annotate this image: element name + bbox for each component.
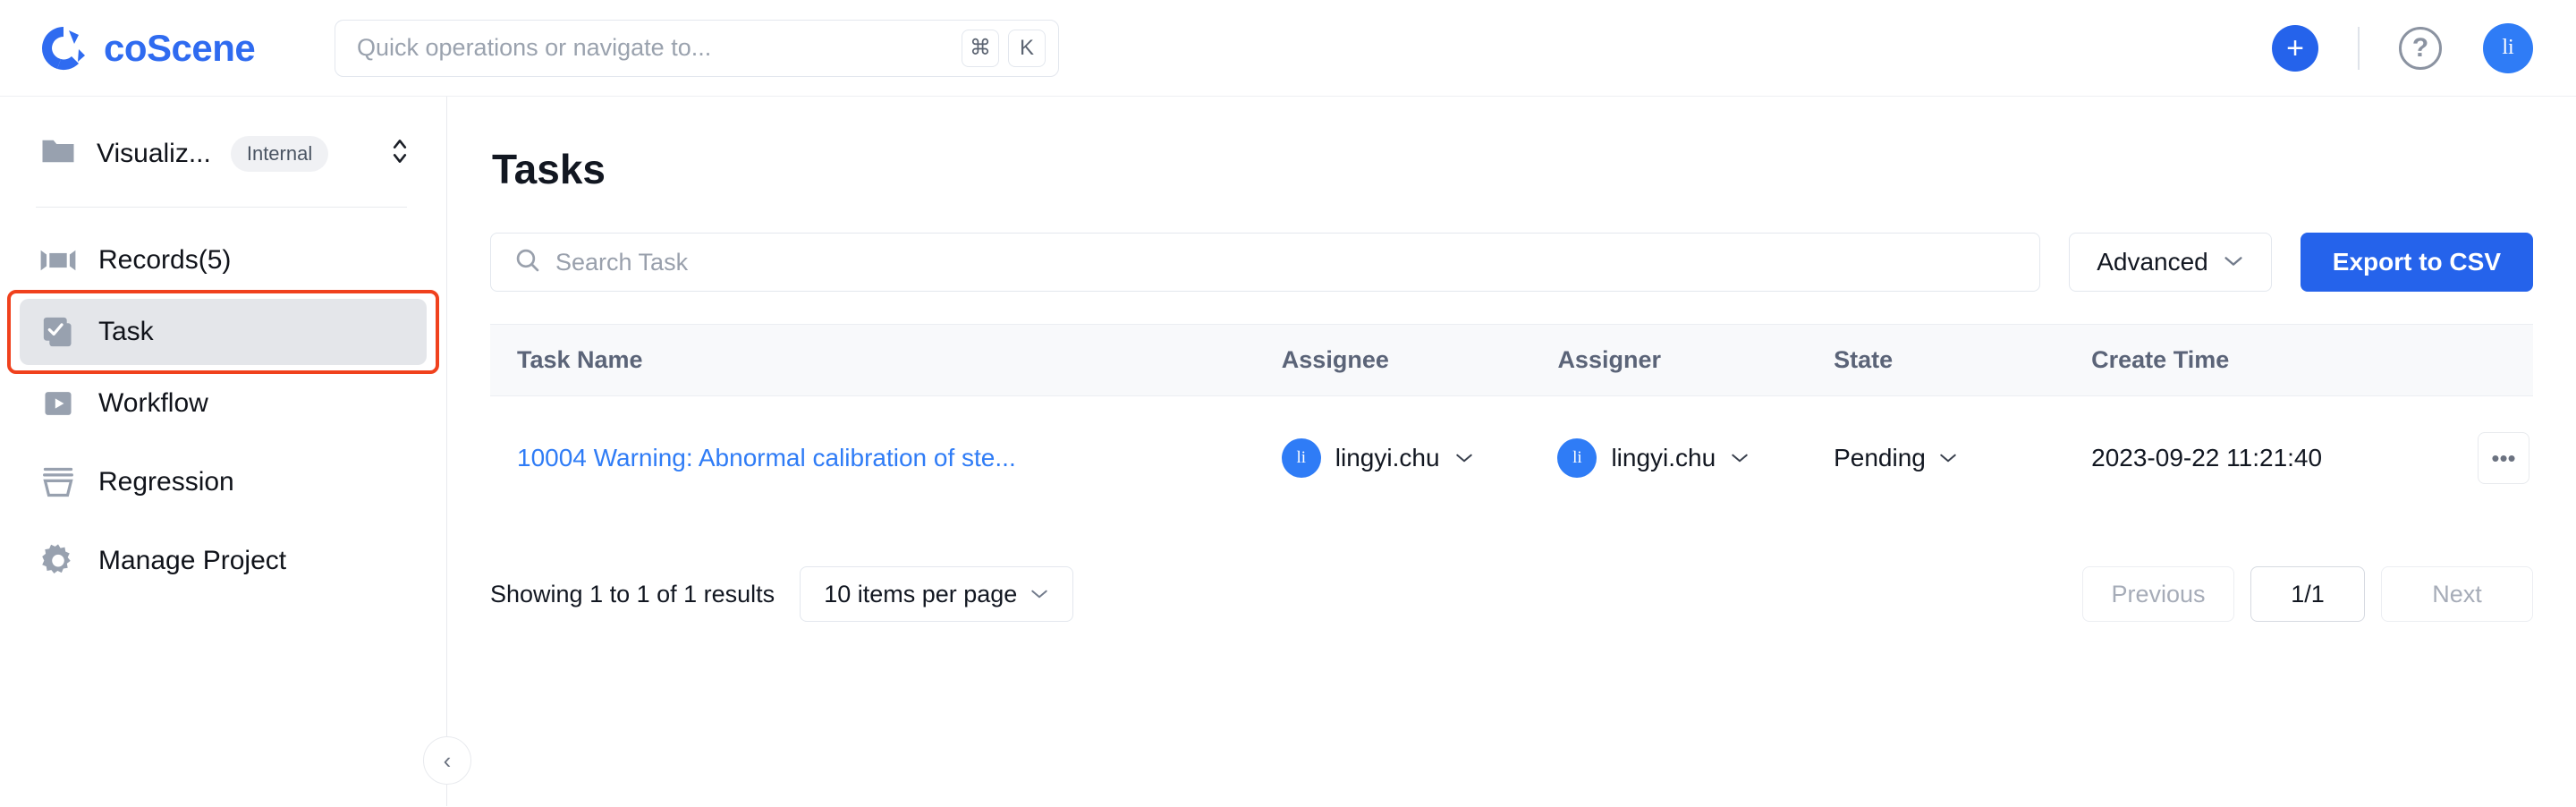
cell-assigner: li lingyi.chu: [1557, 396, 1834, 521]
sidebar-item-regression[interactable]: Regression: [20, 449, 427, 515]
chevron-left-icon: ‹: [443, 746, 452, 774]
project-visibility-badge: Internal: [230, 135, 329, 172]
column-header-task-name[interactable]: Task Name: [490, 324, 1282, 396]
question-mark-icon: ?: [2411, 32, 2429, 63]
chevron-down-icon: [1454, 448, 1474, 468]
results-summary: Showing 1 to 1 of 1 results: [490, 580, 775, 607]
advanced-label: Advanced: [2097, 248, 2208, 276]
add-button[interactable]: +: [2272, 24, 2318, 72]
header-divider: [2358, 26, 2360, 70]
plus-icon: +: [2286, 30, 2304, 65]
sidebar-item-manage-project[interactable]: Manage Project: [20, 528, 427, 594]
sidebar-item-label: Task: [98, 317, 154, 346]
table-row: 10004 Warning: Abnormal calibration of s…: [490, 396, 2533, 521]
status-badge: Pending: [1834, 444, 1926, 471]
state-selector[interactable]: Pending: [1834, 444, 2091, 472]
sidebar: Visualiz... Internal Records(5) Task Wor…: [0, 97, 471, 806]
cell-task-name: 10004 Warning: Abnormal calibration of s…: [490, 396, 1282, 521]
sidebar-item-label: Records(5): [98, 245, 232, 275]
sidebar-item-label: Manage Project: [98, 546, 287, 575]
column-header-actions: [2422, 324, 2533, 396]
coscene-aperture-logo-icon: [39, 24, 88, 72]
omnibox-placeholder: Quick operations or navigate to...: [357, 34, 712, 61]
workflow-play-icon: [39, 385, 77, 422]
current-page-indicator[interactable]: 1/1: [2250, 566, 2365, 622]
omnibox-shortcut: ⌘ K: [962, 29, 1046, 67]
column-header-state[interactable]: State: [1834, 324, 2092, 396]
brand[interactable]: coScene: [39, 24, 335, 72]
table-header: Task Name Assignee Assigner State Create…: [490, 324, 2533, 396]
chevron-down-icon: [1030, 584, 1049, 604]
header-actions: + ? li: [2272, 22, 2533, 73]
records-film-icon: [39, 242, 77, 279]
sidebar-divider: [36, 207, 407, 208]
sidebar-item-records[interactable]: Records(5): [20, 227, 427, 293]
table-body: 10004 Warning: Abnormal calibration of s…: [490, 396, 2533, 521]
app-body: Visualiz... Internal Records(5) Task Wor…: [0, 97, 2576, 806]
tasks-toolbar: Search Task Advanced Export to CSV: [490, 233, 2533, 292]
sidebar-item-task[interactable]: Task: [20, 299, 427, 365]
row-actions: •••: [2423, 432, 2534, 484]
assignee-name: lingyi.chu: [1335, 444, 1440, 471]
kbd-command-icon: ⌘: [962, 29, 999, 67]
search-placeholder: Search Task: [555, 248, 689, 276]
project-selector[interactable]: Visualiz... Internal: [0, 120, 446, 187]
assignee-selector[interactable]: li lingyi.chu: [1281, 438, 1558, 478]
assignee-avatar: li: [1281, 438, 1321, 478]
help-button[interactable]: ?: [2399, 26, 2442, 70]
cell-state: Pending: [1834, 396, 2091, 521]
sidebar-item-label: Workflow: [98, 388, 208, 418]
tasks-table: Task Name Assignee Assigner State Create…: [490, 324, 2533, 520]
main-content: Tasks Search Task Advanced Export to CSV: [447, 97, 2576, 806]
chevron-down-icon: [2223, 252, 2244, 272]
chevron-down-icon: [1938, 448, 1958, 468]
project-name: Visualiz...: [97, 138, 211, 168]
cell-actions: •••: [2423, 396, 2534, 521]
up-down-chevron-icon: [389, 137, 411, 170]
assigner-name: lingyi.chu: [1611, 444, 1716, 471]
chevron-down-icon: [1730, 448, 1750, 468]
page-title: Tasks: [492, 146, 606, 192]
search-icon: [514, 247, 541, 278]
sidebar-item-workflow[interactable]: Workflow: [20, 370, 427, 437]
omnibox-search[interactable]: Quick operations or navigate to... ⌘ K: [335, 19, 1059, 77]
avatar[interactable]: li: [2483, 22, 2533, 73]
task-checkbox-icon: [39, 313, 77, 351]
pager-controls: Previous 1/1 Next: [2082, 566, 2533, 622]
items-per-page-label: 10 items per page: [824, 580, 1018, 607]
app-header: coScene Quick operations or navigate to.…: [0, 0, 2576, 97]
cell-assignee: li lingyi.chu: [1281, 396, 1558, 521]
next-page-button[interactable]: Next: [2381, 566, 2533, 622]
column-header-assigner[interactable]: Assigner: [1557, 324, 1835, 396]
assigner-selector[interactable]: li lingyi.chu: [1557, 438, 1834, 478]
sidebar-collapse-button[interactable]: ‹: [423, 736, 471, 785]
advanced-filter-button[interactable]: Advanced: [2069, 233, 2272, 292]
folder-icon: [39, 132, 77, 174]
previous-page-button[interactable]: Previous: [2082, 566, 2234, 622]
pagination: Showing 1 to 1 of 1 results 10 items per…: [490, 566, 2533, 622]
search-task-input[interactable]: Search Task: [490, 233, 2041, 292]
sidebar-item-label: Regression: [98, 467, 234, 497]
gear-icon: [39, 542, 77, 580]
cell-create-time: 2023-09-22 11:21:40: [2091, 444, 2323, 471]
kbd-k: K: [1008, 29, 1046, 67]
column-header-assignee[interactable]: Assignee: [1281, 324, 1558, 396]
task-name-link[interactable]: 10004 Warning: Abnormal calibration of s…: [517, 444, 1016, 471]
export-to-csv-button[interactable]: Export to CSV: [2300, 233, 2533, 292]
task-nav-highlight-box: Task: [7, 290, 439, 374]
column-header-create-time[interactable]: Create Time: [2091, 324, 2423, 396]
assigner-avatar: li: [1557, 438, 1597, 478]
items-per-page-select[interactable]: 10 items per page: [800, 566, 1074, 622]
table-header-row: Task Name Assignee Assigner State Create…: [490, 324, 2533, 396]
row-more-options-button[interactable]: •••: [2478, 432, 2529, 484]
regression-basket-icon: [39, 463, 77, 501]
brand-name: coScene: [104, 26, 256, 69]
